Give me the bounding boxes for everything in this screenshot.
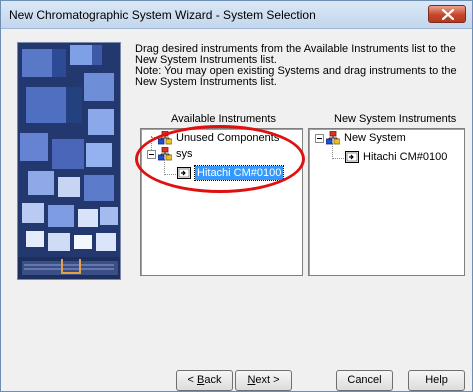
instrument-icon — [345, 150, 359, 164]
tree-item-label: sys — [176, 148, 193, 160]
next-suffix: ext > — [255, 374, 280, 386]
available-instruments-label: Available Instruments — [171, 113, 276, 125]
wizard-illustration — [17, 42, 121, 280]
instrument-icon — [177, 166, 191, 180]
network-node-icon — [157, 130, 173, 145]
tree-connector — [332, 158, 344, 159]
back-suffix: ack — [204, 374, 222, 386]
collapse-toggle[interactable] — [147, 150, 156, 159]
help-button[interactable]: Help — [408, 370, 465, 391]
title-bar[interactable]: New Chromatographic System Wizard - Syst… — [1, 1, 472, 29]
tree-item-label: Hitachi CM#0100 — [363, 151, 448, 163]
close-icon — [442, 9, 454, 20]
wizard-window: New Chromatographic System Wizard - Syst… — [0, 0, 473, 392]
tree-item-label: Hitachi CM#0100 — [193, 165, 285, 181]
close-button[interactable] — [428, 5, 466, 23]
cancel-button[interactable]: Cancel — [336, 370, 393, 391]
new-system-instruments-tree[interactable]: New System Hitachi CM#0100 — [308, 128, 465, 276]
network-node-icon — [157, 146, 173, 161]
network-node-icon — [325, 130, 341, 145]
back-button[interactable]: < Back — [176, 370, 233, 391]
available-instruments-tree[interactable]: Unused Components sys Hitachi CM#0100 — [140, 128, 303, 276]
instructions-text: Drag desired instruments from the Availa… — [135, 44, 465, 88]
back-prefix: < — [187, 374, 197, 386]
tree-item-label: New System — [344, 132, 406, 144]
new-system-instruments-label: New System Instruments — [334, 113, 457, 125]
instruction-line: New System Instruments list. — [135, 76, 277, 88]
tree-item-label: Unused Components — [176, 132, 280, 144]
tree-connector — [332, 143, 333, 159]
tree-connector — [151, 137, 157, 138]
collapse-toggle[interactable] — [315, 134, 324, 143]
tree-connector — [164, 174, 176, 175]
tree-connector — [164, 159, 165, 175]
window-title: New Chromatographic System Wizard - Syst… — [9, 8, 316, 22]
next-button[interactable]: Next > — [235, 370, 292, 391]
tree-connector — [151, 136, 152, 150]
